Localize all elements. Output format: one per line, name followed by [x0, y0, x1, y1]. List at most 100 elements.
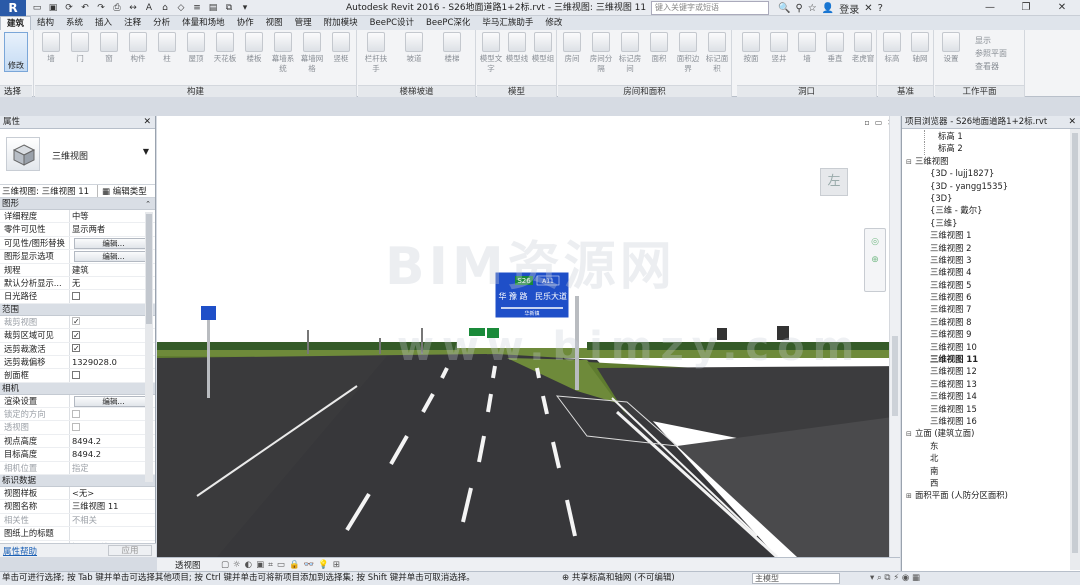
property-value[interactable]: 无: [70, 277, 155, 289]
browser-view-item[interactable]: 三维视图 3: [902, 254, 1080, 266]
ribbon-button-grid[interactable]: 轴网: [908, 32, 932, 64]
ribbon-tab[interactable]: 结构: [31, 16, 60, 30]
browser-view-item[interactable]: 三维视图 9: [902, 328, 1080, 340]
ribbon-tab[interactable]: 毕马汇族助手: [476, 16, 539, 30]
viewer-button[interactable]: 查看器: [975, 60, 1007, 73]
property-value[interactable]: 1329028.0: [70, 356, 155, 368]
ribbon-button-dormer[interactable]: 老虎窗: [851, 32, 875, 64]
ribbon-button-model-line[interactable]: 模型线: [505, 32, 529, 64]
search-input[interactable]: 键入关键字或短语: [651, 1, 769, 15]
browser-view-item[interactable]: 三维视图 8: [902, 316, 1080, 328]
properties-scrollbar[interactable]: [145, 212, 153, 482]
navigation-bar[interactable]: ◎ ⊕: [864, 228, 886, 292]
browser-view-item[interactable]: 三维视图 5: [902, 279, 1080, 291]
apply-button[interactable]: 应用: [108, 545, 152, 556]
ribbon-button-model-group[interactable]: 模型组: [531, 32, 555, 64]
ribbon-tab[interactable]: 系统: [60, 16, 89, 30]
ribbon-button-room[interactable]: 房间: [560, 32, 584, 64]
undo-icon[interactable]: ↶: [78, 2, 92, 14]
property-section-graphics[interactable]: 图形 ⌃: [0, 198, 155, 210]
ribbon-tab[interactable]: 协作: [231, 16, 260, 30]
property-checkbox[interactable]: [72, 329, 80, 342]
ribbon-button-shaft[interactable]: 竖井: [767, 32, 791, 64]
ribbon-tab[interactable]: 建筑: [0, 16, 32, 30]
property-value[interactable]: 三维视图 11: [70, 500, 155, 512]
browser-view-item[interactable]: 三维视图 15: [902, 403, 1080, 415]
property-value[interactable]: 建筑: [70, 264, 155, 276]
close-icon[interactable]: ✕: [143, 116, 151, 128]
ribbon-button-tag-area[interactable]: 标记面积: [705, 32, 729, 74]
view-dropdown[interactable]: 三维视图: 三维视图 11: [0, 185, 98, 197]
qat-dropdown-icon[interactable]: ▾: [238, 2, 252, 14]
type-selector[interactable]: 三维视图 ▼: [0, 129, 155, 185]
tag-icon[interactable]: A: [142, 2, 156, 14]
browser-view-item[interactable]: 西: [902, 477, 1080, 489]
ribbon-button-ramp[interactable]: 坡道: [402, 32, 426, 64]
property-value[interactable]: 8494.2: [70, 448, 155, 460]
ribbon-button-room-separator[interactable]: 房间分隔: [589, 32, 613, 74]
open-icon[interactable]: ▭: [30, 2, 44, 14]
ribbon-button-door[interactable]: 门: [68, 32, 92, 64]
show-button[interactable]: 显示: [975, 34, 1007, 47]
ribbon-tab[interactable]: 注释: [118, 16, 147, 30]
render-icon[interactable]: ▣: [256, 560, 264, 570]
shadows-icon[interactable]: ◐: [245, 560, 252, 570]
3d-view-icon[interactable]: ⌂: [158, 2, 172, 14]
property-value[interactable]: 中等: [70, 210, 155, 222]
ribbon-tab[interactable]: 附加模块: [318, 16, 364, 30]
ribbon-tab[interactable]: 插入: [89, 16, 118, 30]
lock-view-icon[interactable]: 🔒: [289, 560, 300, 570]
property-section-identity[interactable]: 标识数据⌃: [0, 475, 155, 488]
property-value[interactable]: <无>: [70, 487, 155, 499]
browser-view-item[interactable]: 标高 1: [902, 130, 1080, 143]
browser-view-item[interactable]: 三维视图 10: [902, 341, 1080, 353]
save-icon[interactable]: ▣: [46, 2, 60, 14]
browser-view-item[interactable]: 南: [902, 465, 1080, 477]
modify-button[interactable]: 修改: [4, 32, 28, 72]
browser-view-item[interactable]: 三维视图 7: [902, 303, 1080, 315]
viewport-scrollbar[interactable]: [889, 116, 900, 557]
browser-view-item[interactable]: {三维 - 戴尔}: [902, 204, 1080, 216]
thin-lines-icon[interactable]: ≡: [190, 2, 204, 14]
browser-view-item[interactable]: {3D - lujj1827}: [902, 167, 1080, 179]
browser-view-item[interactable]: {3D - yangg1535}: [902, 180, 1080, 192]
help-icon[interactable]: ?: [878, 3, 883, 14]
ribbon-button-stair[interactable]: 楼梯: [440, 32, 464, 64]
ribbon-button-ceiling[interactable]: 天花板: [213, 32, 237, 64]
browser-view-item[interactable]: 北: [902, 452, 1080, 464]
browser-view-item[interactable]: 三维视图 2: [902, 242, 1080, 254]
subscription-icon[interactable]: ⚲: [795, 3, 802, 14]
property-checkbox[interactable]: [72, 370, 80, 379]
ribbon-button-window[interactable]: 窗: [97, 32, 121, 64]
browser-view-item[interactable]: 标高 2: [902, 142, 1080, 156]
ribbon-button-by-face[interactable]: 按面: [739, 32, 763, 64]
sign-in-link[interactable]: 登录: [839, 1, 859, 16]
crop-icon[interactable]: ⌗: [268, 560, 273, 570]
ribbon-tab[interactable]: BeePC设计: [364, 16, 420, 30]
browser-view-item[interactable]: 三维视图 13: [902, 378, 1080, 390]
property-section-camera[interactable]: 相机⌃: [0, 382, 155, 395]
ribbon-button-vertical[interactable]: 垂直: [823, 32, 847, 64]
ribbon-button-mullion[interactable]: 竖梃: [329, 32, 353, 64]
reference-plane-button[interactable]: 参照平面: [975, 47, 1007, 60]
close-hidden-icon[interactable]: ▤: [206, 2, 220, 14]
property-value[interactable]: 显示两者: [70, 223, 155, 235]
restore-icon[interactable]: ❐: [1008, 0, 1044, 16]
measure-icon[interactable]: ↔: [126, 2, 140, 14]
edit-button[interactable]: 编辑...: [74, 237, 153, 249]
property-checkbox[interactable]: [72, 291, 80, 300]
ribbon-button-set[interactable]: 设置: [939, 32, 963, 64]
browser-view-item[interactable]: 三维视图 11: [902, 353, 1080, 365]
crop-region-icon[interactable]: ▭: [277, 560, 285, 570]
ribbon-tab[interactable]: 分析: [147, 16, 176, 30]
edit-button[interactable]: 编辑...: [74, 395, 153, 407]
sync-icon[interactable]: ⟳: [62, 2, 76, 14]
ribbon-button-curtain-system[interactable]: 幕墙系统: [271, 32, 295, 74]
ribbon-button-roof[interactable]: 屋顶: [184, 32, 208, 64]
ribbon-button-area-boundary[interactable]: 面积边界: [676, 32, 700, 74]
browser-view-item[interactable]: {三维}: [902, 217, 1080, 229]
analytical-model-icon[interactable]: ⊞: [333, 560, 340, 570]
browser-category[interactable]: ⊟ 三维视图: [902, 155, 1080, 167]
print-icon[interactable]: ⎙: [110, 2, 124, 14]
ribbon-button-level[interactable]: 标高: [880, 32, 904, 64]
